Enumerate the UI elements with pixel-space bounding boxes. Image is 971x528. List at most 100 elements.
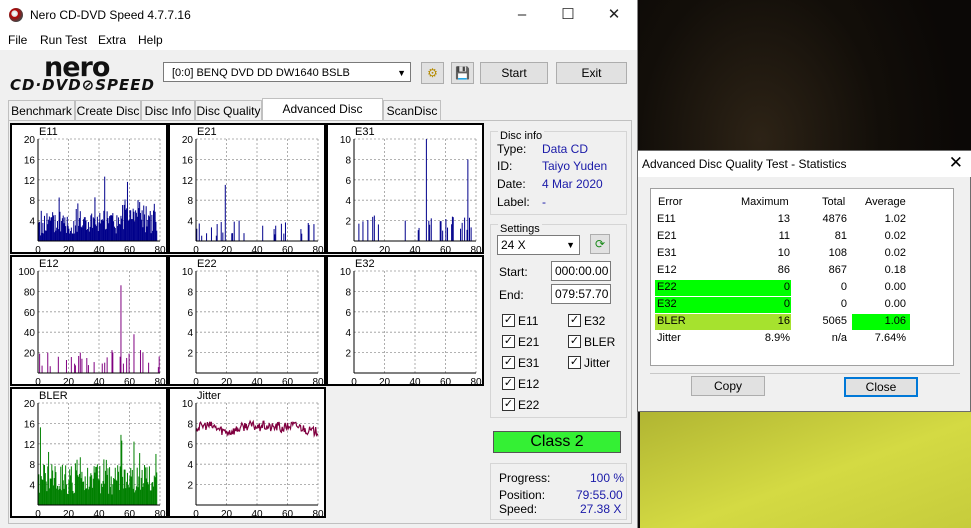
x-tick-label: 80: [154, 377, 166, 384]
x-tick-label: 40: [251, 377, 263, 384]
stat-error: E11: [657, 213, 676, 225]
e31-check-label: E31: [518, 356, 540, 370]
stat-maximum: 0: [783, 281, 790, 293]
save-button[interactable]: 💾: [451, 62, 474, 84]
x-tick-label: 60: [282, 245, 294, 252]
menu-file[interactable]: File: [8, 33, 27, 47]
dialog-divider: [650, 373, 960, 374]
x-tick-label: 80: [154, 245, 166, 252]
type-label: Type:: [497, 142, 527, 156]
refresh-icon: ⟳: [594, 237, 606, 251]
maximize-button[interactable]: ☐: [545, 0, 591, 30]
e32-checkbox[interactable]: ✓: [568, 314, 581, 327]
y-tick-label: 8: [345, 287, 351, 298]
end-input[interactable]: 079:57.70: [551, 284, 611, 304]
y-tick-label: 4: [187, 217, 193, 228]
y-tick-label: 2: [345, 349, 351, 360]
x-tick-label: 80: [312, 509, 324, 516]
statistics-dialog: Advanced Disc Quality Test - Statistics …: [637, 150, 971, 412]
chart-e12: 0 20 40 60 80 20 40 60 80 100 E12: [10, 255, 168, 386]
header-total: Total: [822, 196, 846, 208]
chevron-down-icon: ▼: [566, 240, 575, 250]
stat-error: E21: [657, 230, 677, 242]
e21-checkbox[interactable]: ✓: [502, 335, 515, 348]
id-label: ID:: [497, 159, 513, 173]
y-tick-label: 10: [340, 135, 352, 146]
chart-plot: 0 20 40 60 80 4 8 12 16 20: [24, 135, 166, 252]
tab-advanced-disc-quality[interactable]: Advanced Disc Quality: [262, 98, 383, 136]
stat-maximum: 13: [777, 213, 790, 225]
x-tick-label: 40: [93, 245, 105, 252]
x-tick-label: 0: [193, 377, 199, 384]
tab-benchmark[interactable]: Benchmark: [8, 100, 75, 120]
y-tick-label: 6: [345, 176, 351, 187]
stat-error: Jitter: [657, 332, 681, 344]
y-tick-label: 12: [182, 176, 194, 187]
x-tick-label: 60: [124, 245, 136, 252]
x-tick-label: 80: [154, 509, 166, 516]
chart-plot: 0 20 40 60 80 2 4 6 8 10: [340, 135, 482, 252]
y-tick-label: 4: [345, 196, 351, 207]
e12-checkbox[interactable]: ✓: [502, 377, 515, 390]
start-button[interactable]: Start: [480, 62, 548, 84]
chart-e11: 0 20 40 60 80 4 8 12 16 20 E11: [10, 123, 168, 254]
x-tick-label: 0: [351, 377, 357, 384]
label-value: -: [542, 195, 546, 209]
jitter-checkbox[interactable]: ✓: [568, 356, 581, 369]
y-tick-label: 40: [24, 328, 36, 339]
disc-info-title: Disc info: [498, 130, 545, 142]
position-value: 79:55.00: [576, 488, 623, 502]
e21-check-label: E21: [518, 335, 540, 349]
x-tick-label: 80: [312, 245, 324, 252]
e22-checkbox[interactable]: ✓: [502, 398, 515, 411]
tab-create-disc[interactable]: Create Disc: [75, 100, 141, 120]
bler-checkbox[interactable]: ✓: [568, 335, 581, 348]
stat-total: 0: [840, 281, 847, 293]
x-tick-label: 60: [282, 509, 294, 516]
copy-button[interactable]: Copy: [691, 376, 765, 396]
close-button[interactable]: ✕: [591, 0, 637, 30]
dialog-close-icon[interactable]: ✕: [949, 153, 963, 173]
drive-select-value: [0:0] BENQ DVD DD DW1640 BSLB: [172, 67, 350, 79]
id-value: Taiyo Yuden: [542, 159, 608, 173]
close-dialog-button[interactable]: Close: [844, 377, 918, 397]
menu-run-test[interactable]: Run Test: [40, 33, 87, 47]
stat-total: n/a: [831, 332, 847, 344]
drive-info-button[interactable]: ⚙: [421, 62, 444, 84]
jitter-check-label: Jitter: [584, 356, 611, 370]
stat-total: 0: [840, 298, 847, 310]
window-title: Nero CD-DVD Speed 4.7.7.16: [30, 8, 191, 22]
charts-area: 0 20 40 60 80 4 8 12 16 20 E11 0 20 40 60 80 4 8 12 16 20 E2…: [10, 123, 486, 519]
tab-disc-quality[interactable]: Disc Quality: [195, 100, 262, 120]
chart-jitter: 0 20 40 60 80 2 4 6 8 10 Jitter: [168, 387, 326, 518]
header-average: Average: [865, 196, 906, 208]
e11-checkbox[interactable]: ✓: [502, 314, 515, 327]
stat-maximum: 8.9%: [764, 332, 790, 344]
minimize-button[interactable]: –: [499, 0, 545, 30]
drive-select[interactable]: [0:0] BENQ DVD DD DW1640 BSLB ▼: [163, 62, 411, 82]
e12-check-label: E12: [518, 377, 540, 391]
stat-average: 0.02: [884, 230, 906, 242]
x-tick-label: 0: [35, 245, 41, 252]
exit-button[interactable]: Exit: [556, 62, 627, 84]
chart-plot: 0 20 40 60 80 4 8 12 16 20: [24, 399, 166, 516]
speed-select[interactable]: 24 X ▼: [497, 235, 580, 255]
y-tick-label: 12: [24, 440, 36, 451]
menu-help[interactable]: Help: [138, 33, 163, 47]
chart-title: E32: [355, 258, 375, 270]
x-tick-label: 40: [409, 377, 421, 384]
x-tick-label: 40: [93, 377, 105, 384]
e31-checkbox[interactable]: ✓: [502, 356, 515, 369]
y-tick-label: 2: [187, 481, 193, 492]
stat-average: 0.02: [884, 247, 906, 259]
statistics-table: Error Maximum Total Average E11 13 4876 1.0…: [650, 188, 954, 366]
tab-scandisc[interactable]: ScanDisc: [383, 100, 441, 120]
floppy-icon: 💾: [455, 66, 470, 80]
chart-title: E22: [197, 258, 217, 270]
menu-extra[interactable]: Extra: [98, 33, 126, 47]
stat-error: E22: [657, 281, 677, 293]
tab-disc-info[interactable]: Disc Info: [141, 100, 195, 120]
refresh-button[interactable]: ⟳: [590, 234, 610, 254]
start-input[interactable]: 000:00.00: [551, 261, 611, 281]
e32-check-label: E32: [584, 314, 606, 328]
